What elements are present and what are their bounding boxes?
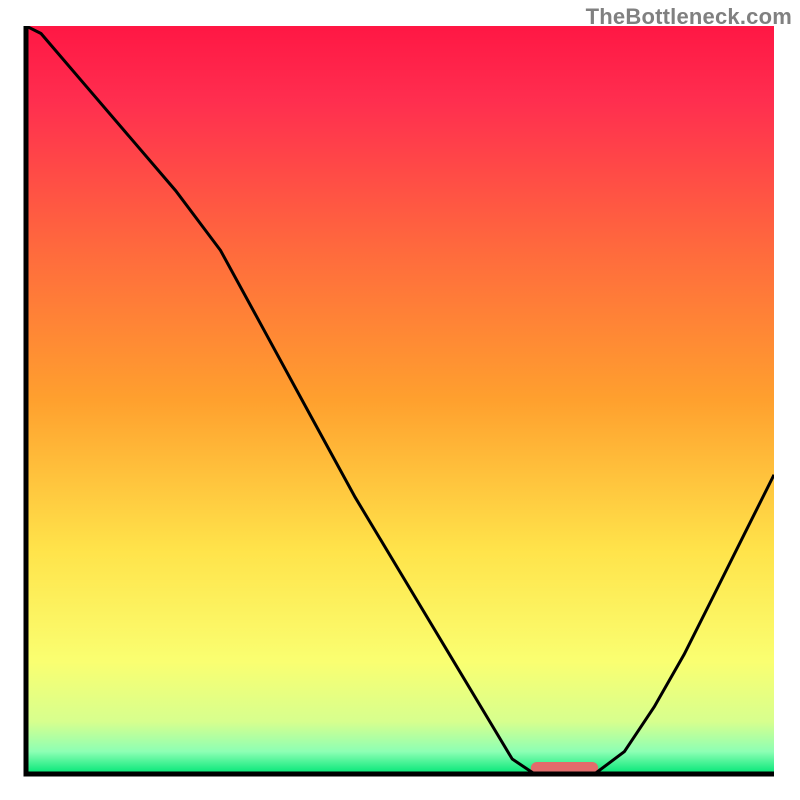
- bottleneck-chart: TheBottleneck.com: [0, 0, 800, 800]
- chart-svg: [0, 0, 800, 800]
- gradient-background: [26, 26, 774, 774]
- watermark-text: TheBottleneck.com: [586, 4, 792, 30]
